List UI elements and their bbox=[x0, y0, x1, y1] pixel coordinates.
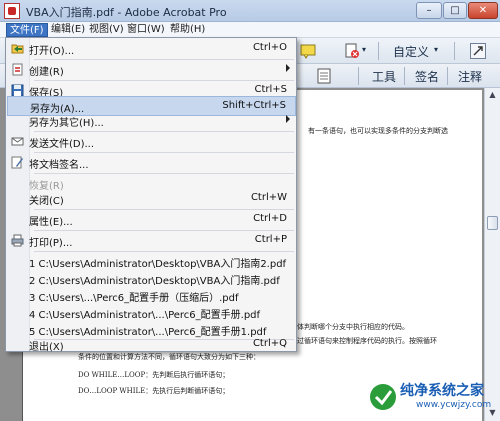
open-folder-icon bbox=[11, 44, 24, 54]
document-text-line: 有一条语句，也可以实现多条件的分支判断选 bbox=[308, 127, 448, 135]
menu-item-label: 另存为其它(H)... bbox=[29, 118, 104, 129]
menu-item-open[interactable]: 打开(O)... Ctrl+O bbox=[7, 39, 296, 59]
scroll-up-icon[interactable]: ▲ bbox=[485, 88, 500, 102]
menu-item-print[interactable]: 打印(P)... Ctrl+P bbox=[7, 231, 296, 251]
document-text-line: 条件的位置和计算方法不同，循环语句大致分为如下三种： bbox=[78, 353, 260, 361]
acrobat-app-icon bbox=[4, 3, 20, 19]
menu-item-shortcut: Ctrl+D bbox=[253, 213, 287, 224]
document-text-line: DO…LOOP WHILE：先执行后判断循环语句； bbox=[78, 387, 230, 395]
menu-item-label: 3 C:\Users\...\Perc6_配置手册（压缩后）.pdf bbox=[29, 293, 239, 304]
menu-item-shortcut: Ctrl+Q bbox=[252, 338, 287, 349]
toolbar-separator bbox=[447, 67, 448, 85]
menu-item-label: 1 C:\Users\Administrator\Desktop\VBA入门指南… bbox=[29, 259, 287, 270]
page-layout-icon[interactable] bbox=[316, 68, 332, 84]
menu-view[interactable]: 视图(V) bbox=[86, 23, 127, 37]
file-menu-dropdown: 打开(O)... Ctrl+O 创建(R) 保存(S) Ctrl+S 另存为(A… bbox=[5, 37, 297, 353]
create-pdf-icon bbox=[12, 63, 23, 76]
expand-view-icon[interactable] bbox=[470, 43, 486, 59]
menu-item-save-as-other[interactable]: 另存为其它(H)... bbox=[7, 111, 296, 131]
toolbar-separator bbox=[378, 42, 379, 60]
tab-sign[interactable]: 签名 bbox=[415, 68, 439, 85]
menu-item-label: 发送文件(D)... bbox=[29, 139, 95, 150]
menu-item-shortcut: Shift+Ctrl+S bbox=[222, 100, 286, 111]
menu-item-send-file[interactable]: 发送文件(D)... bbox=[7, 132, 296, 152]
minimize-button[interactable]: – bbox=[416, 2, 442, 19]
watermark-title: 纯净系统之家 bbox=[400, 383, 484, 399]
submenu-arrow-icon bbox=[286, 64, 290, 72]
menu-item-shortcut: Ctrl+P bbox=[254, 234, 287, 245]
send-mail-icon bbox=[11, 137, 24, 146]
close-button[interactable]: ✕ bbox=[468, 2, 498, 19]
menu-item-label: 将文档签名... bbox=[29, 160, 89, 171]
menu-item-label: 属性(E)... bbox=[29, 217, 73, 228]
menu-item-label: 关闭(C) bbox=[29, 196, 64, 207]
tab-comment[interactable]: 注释 bbox=[458, 68, 482, 85]
maximize-button[interactable]: □ bbox=[443, 2, 467, 19]
tab-tools[interactable]: 工具 bbox=[372, 68, 396, 85]
menu-file[interactable]: 文件(F) bbox=[6, 23, 48, 37]
menu-window[interactable]: 窗口(W) bbox=[124, 23, 168, 37]
document-text-line: 过循环语句来控制程序代码的执行。按照循环 bbox=[297, 337, 437, 345]
menu-bar: 文件(F) 编辑(E) 视图(V) 窗口(W) 帮助(H) bbox=[0, 22, 500, 38]
menu-item-close[interactable]: 关闭(C) Ctrl+W bbox=[7, 189, 296, 209]
title-bar: VBA入门指南.pdf - Adobe Acrobat Pro – □ ✕ bbox=[0, 0, 500, 22]
menu-item-label: 创建(R) bbox=[29, 67, 64, 78]
customize-button[interactable]: 自定义 bbox=[393, 43, 429, 60]
document-text-line: 体判断哪个分支中执行相应的代码。 bbox=[297, 323, 409, 331]
document-text-line: DO WHILE…LOOP：先判断后执行循环语句； bbox=[78, 371, 230, 379]
secure-document-icon[interactable] bbox=[344, 43, 360, 59]
menu-help[interactable]: 帮助(H) bbox=[167, 23, 208, 37]
window-title: VBA入门指南.pdf - Adobe Acrobat Pro bbox=[26, 6, 227, 19]
menu-item-exit[interactable]: 退出(X) Ctrl+Q bbox=[7, 336, 296, 353]
vertical-scrollbar[interactable]: ▲ ▼ bbox=[484, 88, 500, 421]
customize-chevron-icon[interactable]: ▾ bbox=[434, 45, 438, 54]
menu-item-label: 2 C:\Users\Administrator\Desktop\VBA入门指南… bbox=[29, 276, 280, 287]
menu-item-shortcut: Ctrl+O bbox=[252, 42, 287, 53]
scrollbar-thumb[interactable] bbox=[487, 216, 498, 230]
printer-icon bbox=[11, 234, 24, 247]
menu-item-create[interactable]: 创建(R) bbox=[7, 60, 296, 80]
toolbar-separator bbox=[404, 67, 405, 85]
toolbar-separator bbox=[358, 67, 359, 85]
menu-item-label: 退出(X) bbox=[29, 342, 64, 353]
comment-highlight-icon[interactable] bbox=[300, 43, 316, 59]
menu-item-properties[interactable]: 属性(E)... Ctrl+D bbox=[7, 210, 296, 230]
menu-item-shortcut: Ctrl+W bbox=[250, 192, 287, 203]
watermark-url: www.ycwjzy.com bbox=[416, 400, 492, 410]
menu-edit[interactable]: 编辑(E) bbox=[48, 23, 88, 37]
menu-item-label: 打印(P)... bbox=[29, 238, 73, 249]
watermark-logo-icon bbox=[370, 384, 396, 410]
menu-item-shortcut: Ctrl+S bbox=[254, 84, 287, 95]
menu-item-label: 4 C:\Users\Administrator\...\Perc6_配置手册.… bbox=[29, 310, 261, 321]
menu-item-label: 打开(O)... bbox=[29, 46, 75, 57]
menu-item-sign-document[interactable]: 将文档签名... bbox=[7, 153, 296, 173]
sign-document-icon bbox=[11, 156, 23, 169]
watermark: 纯净系统之家 www.ycwjzy.com bbox=[368, 380, 496, 418]
dropdown-chevron-icon[interactable]: ▾ bbox=[362, 45, 366, 54]
submenu-arrow-icon bbox=[286, 115, 290, 123]
toolbar-separator bbox=[454, 42, 455, 60]
